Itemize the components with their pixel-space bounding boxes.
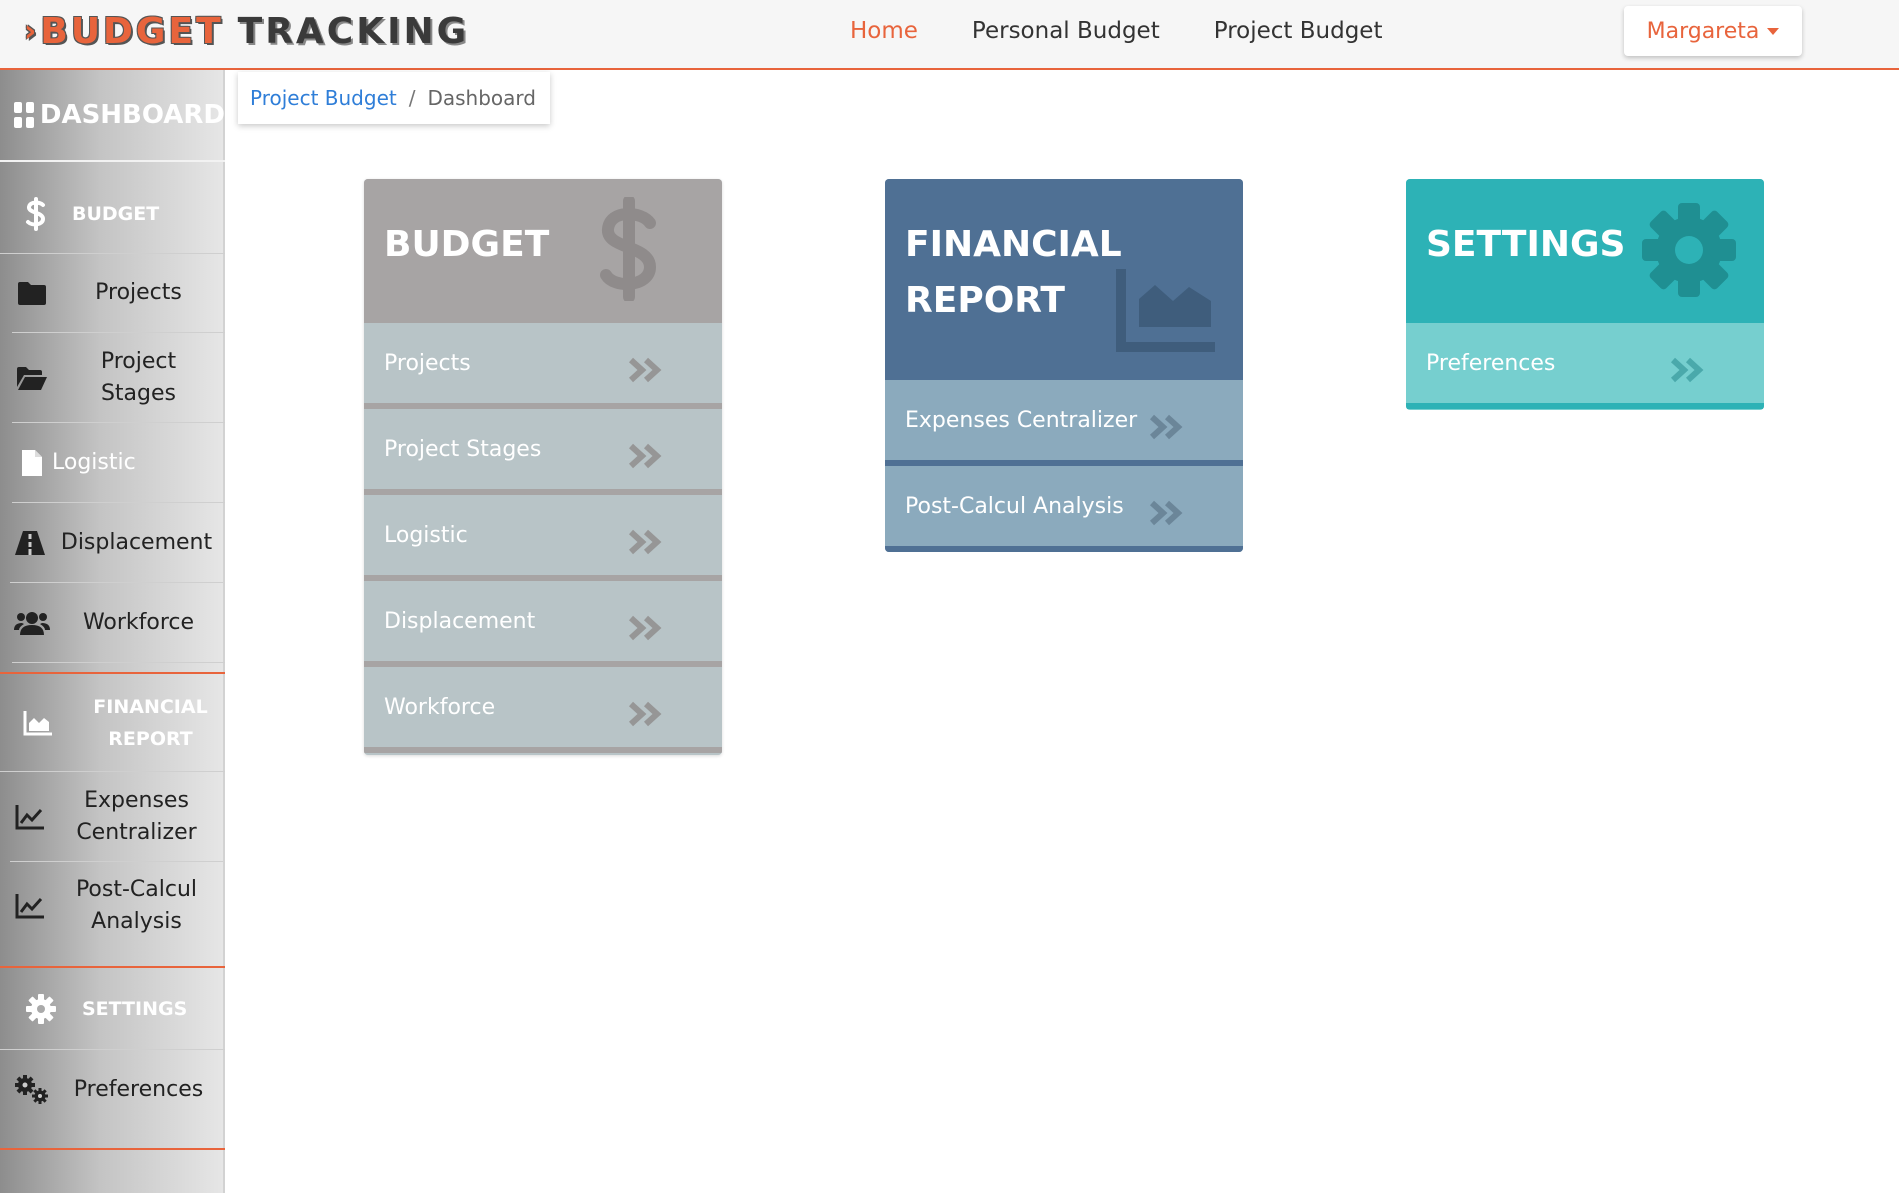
brand-logo[interactable]: › BUDGET TRACKING	[24, 6, 469, 56]
financial-card-item-post-calcul-analysis[interactable]: Post-Calcul Analysis	[885, 466, 1243, 552]
road-icon	[10, 527, 50, 559]
sidebar-divider	[0, 1148, 225, 1150]
sidebar-item-displacement[interactable]: Displacement	[10, 503, 223, 583]
settings-card: SETTINGS Preferences	[1406, 179, 1764, 410]
users-icon	[12, 607, 52, 639]
gears-icon	[12, 1074, 52, 1106]
budget-card-item-displacement[interactable]: Displacement	[364, 581, 722, 667]
card-item-label: Workforce	[384, 694, 496, 720]
double-chevron-right-icon	[628, 529, 662, 555]
folder-icon	[12, 277, 52, 309]
double-chevron-right-icon	[628, 701, 662, 727]
budget-card-item-logistic[interactable]: Logistic	[364, 495, 722, 581]
sidebar-item-label: Project Stages	[100, 348, 177, 406]
budget-card: BUDGET Projects Project Stages Logistic …	[364, 179, 722, 755]
sidebar-item-label: Expenses Centralizer	[76, 787, 197, 845]
breadcrumb-separator: /	[408, 86, 416, 110]
nav-project-budget[interactable]: Project Budget	[1214, 18, 1383, 44]
financial-card-header: FINANCIAL REPORT	[885, 179, 1243, 380]
gear-icon	[1640, 201, 1738, 303]
brand-word-budget: BUDGET	[40, 10, 224, 52]
budget-card-header: BUDGET	[364, 179, 722, 323]
double-chevron-right-icon	[628, 357, 662, 383]
breadcrumb-project-budget[interactable]: Project Budget	[250, 86, 397, 110]
folder-open-icon	[12, 362, 52, 394]
sidebar-item-preferences[interactable]: Preferences	[12, 1050, 225, 1130]
card-item-label: Logistic	[384, 522, 468, 548]
sidebar: DASHBOARD BUDGET Projects Project Stages…	[0, 70, 225, 1193]
dollar-icon	[0, 196, 72, 231]
sidebar-item-label: Post-Calcul Analysis	[75, 877, 198, 934]
sidebar-section-budget-label: BUDGET	[72, 202, 160, 225]
dashboard-grid-icon	[14, 102, 34, 128]
nav-personal-budget[interactable]: Personal Budget	[972, 18, 1160, 44]
financial-card-item-expenses-centralizer[interactable]: Expenses Centralizer	[885, 380, 1243, 466]
file-icon	[12, 447, 52, 479]
financial-report-card: FINANCIAL REPORT Expenses Centralizer Po…	[885, 179, 1243, 552]
nav-home[interactable]: Home	[850, 18, 918, 44]
sidebar-dashboard[interactable]: DASHBOARD	[0, 70, 225, 162]
double-chevron-right-icon	[1149, 414, 1183, 440]
user-name: Margareta	[1646, 18, 1760, 44]
sidebar-item-workforce[interactable]: Workforce	[12, 583, 225, 663]
sidebar-item-expenses-centralizer[interactable]: Expenses Centralizer	[10, 772, 223, 862]
settings-card-header: SETTINGS	[1406, 179, 1764, 323]
dollar-icon	[596, 195, 662, 305]
sidebar-item-label: Projects	[95, 280, 182, 305]
sidebar-dashboard-label: DASHBOARD	[39, 100, 225, 130]
caret-down-icon	[1767, 27, 1780, 35]
sidebar-section-budget[interactable]: BUDGET	[0, 174, 225, 254]
main-nav: Home Personal Budget Project Budget	[850, 0, 1436, 62]
double-chevron-right-icon	[1670, 357, 1704, 383]
line-chart-icon	[10, 801, 50, 833]
card-item-label: Post-Calcul Analysis	[905, 493, 1124, 519]
settings-card-item-preferences[interactable]: Preferences	[1406, 323, 1764, 409]
sidebar-item-label: Logistic	[52, 449, 136, 475]
line-chart-icon	[10, 890, 50, 922]
sidebar-item-projects[interactable]: Projects	[12, 254, 225, 333]
sidebar-section-settings[interactable]: SETTINGS	[0, 968, 225, 1050]
card-item-label: Displacement	[384, 608, 536, 634]
card-item-label: Project Stages	[384, 436, 542, 462]
card-item-label: Preferences	[1426, 350, 1556, 376]
budget-card-item-projects[interactable]: Projects	[364, 323, 722, 409]
budget-card-item-workforce[interactable]: Workforce	[364, 667, 722, 753]
breadcrumb-current: Dashboard	[427, 86, 536, 110]
double-chevron-right-icon	[628, 443, 662, 469]
user-menu-button[interactable]: Margareta	[1624, 6, 1802, 56]
sidebar-item-label: Displacement	[60, 529, 213, 555]
double-chevron-right-icon	[1149, 500, 1183, 526]
gear-icon	[0, 993, 82, 1024]
card-item-label: Projects	[384, 350, 471, 376]
brand-word-tracking: TRACKING	[237, 10, 470, 52]
sidebar-item-post-calcul-analysis[interactable]: Post-Calcul Analysis	[10, 862, 223, 950]
area-chart-icon	[0, 710, 76, 736]
sidebar-section-financial[interactable]: FINANCIAL REPORT	[0, 674, 225, 772]
sidebar-item-logistic[interactable]: Logistic	[12, 423, 225, 503]
sidebar-item-label: Preferences	[73, 1077, 204, 1102]
top-navbar: › BUDGET TRACKING Home Personal Budget P…	[0, 0, 1899, 70]
sidebar-item-label: Workforce	[82, 609, 195, 635]
card-item-label: Expenses Centralizer	[905, 407, 1138, 433]
sidebar-item-project-stages[interactable]: Project Stages	[12, 333, 225, 423]
sidebar-section-settings-label: SETTINGS	[82, 997, 188, 1020]
breadcrumb: Project Budget / Dashboard	[238, 72, 550, 124]
budget-card-item-project-stages[interactable]: Project Stages	[364, 409, 722, 495]
brand-chevron: ›	[24, 13, 37, 49]
sidebar-section-financial-label: FINANCIAL REPORT	[93, 695, 208, 750]
double-chevron-right-icon	[628, 615, 662, 641]
area-chart-icon	[1115, 265, 1219, 359]
